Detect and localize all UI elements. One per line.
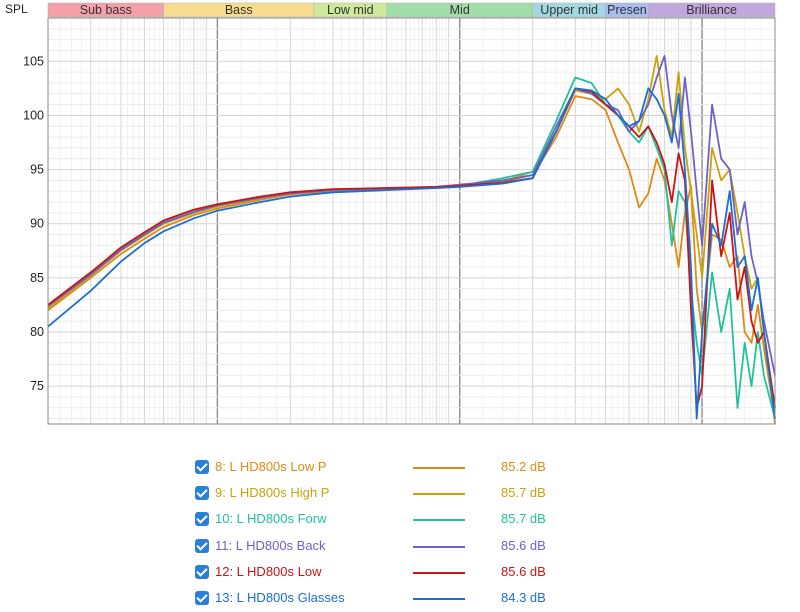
legend-value: 85.7 dB: [501, 511, 546, 527]
legend-line-swatch: [413, 519, 465, 522]
legend-value: 85.6 dB: [501, 563, 546, 579]
legend-item[interactable]: 8: L HD800s Low P 85.2 dB: [195, 459, 595, 479]
legend-item[interactable]: 13: L HD800s Glasses 84.3 dB: [195, 590, 595, 610]
legend-label: 12: L HD800s Low: [215, 563, 322, 579]
plot-area: [47, 17, 776, 425]
band-label: Sub bass: [80, 3, 132, 17]
legend-line-swatch: [413, 545, 465, 548]
legend-value: 85.6 dB: [501, 537, 546, 553]
legend-value: 84.3 dB: [501, 590, 546, 605]
legend-line-swatch: [413, 571, 465, 574]
y-axis-label: SPL: [5, 2, 28, 16]
legend-item[interactable]: 9: L HD800s High P 85.7 dB: [195, 485, 595, 505]
y-tick-label: 85: [30, 271, 44, 285]
band-label: Brilliance: [686, 3, 737, 17]
legend-checkbox[interactable]: [195, 564, 209, 579]
legend-label: 10: L HD800s Forw: [215, 511, 327, 527]
legend-checkbox[interactable]: [195, 512, 209, 527]
y-tick-label: 75: [30, 379, 44, 393]
band-label: Bass: [225, 3, 253, 17]
band-label: Presen: [607, 3, 647, 17]
legend-value: 85.2 dB: [501, 459, 546, 474]
y-tick-label: 95: [30, 163, 44, 177]
frequency-bands: Sub bass Bass Low mid Mid Upper mid Presen Bri…: [47, 2, 776, 18]
legend-label: 9: L HD800s High P: [215, 485, 330, 501]
legend-label: 11: L HD800s Back: [215, 537, 326, 553]
legend-line-swatch: [413, 493, 465, 496]
legend-line-swatch: [413, 598, 465, 600]
legend-line-swatch: [413, 467, 465, 469]
band-label: Upper mid: [540, 3, 598, 17]
legend-checkbox[interactable]: [195, 486, 209, 501]
legend-label: 13: L HD800s Glasses: [215, 590, 345, 605]
band-label: Low mid: [327, 3, 374, 17]
y-tick-label: 80: [30, 325, 44, 339]
y-tick-label: 100: [23, 108, 44, 122]
y-tick-label: 105: [23, 54, 44, 68]
legend-value: 85.7 dB: [501, 485, 546, 501]
legend-checkbox[interactable]: [195, 538, 209, 553]
legend-label: 8: L HD800s Low P: [215, 459, 327, 474]
y-tick-labels: 75 80 85 90 95 100 105: [23, 54, 44, 393]
y-tick-label: 90: [30, 217, 44, 231]
frequency-response-chart: Sub bass Bass Low mid Mid Upper mid Presen Bri…: [5, 2, 776, 425]
legend-item[interactable]: 12: L HD800s Low 85.6 dB: [195, 564, 595, 584]
legend-checkbox[interactable]: [195, 460, 209, 474]
legend-checkbox[interactable]: [195, 591, 209, 605]
band-label: Mid: [450, 3, 470, 17]
legend-item[interactable]: 11: L HD800s Back 85.6 dB: [195, 538, 595, 558]
legend-item[interactable]: 10: L HD800s Forw 85.7 dB: [195, 511, 595, 531]
